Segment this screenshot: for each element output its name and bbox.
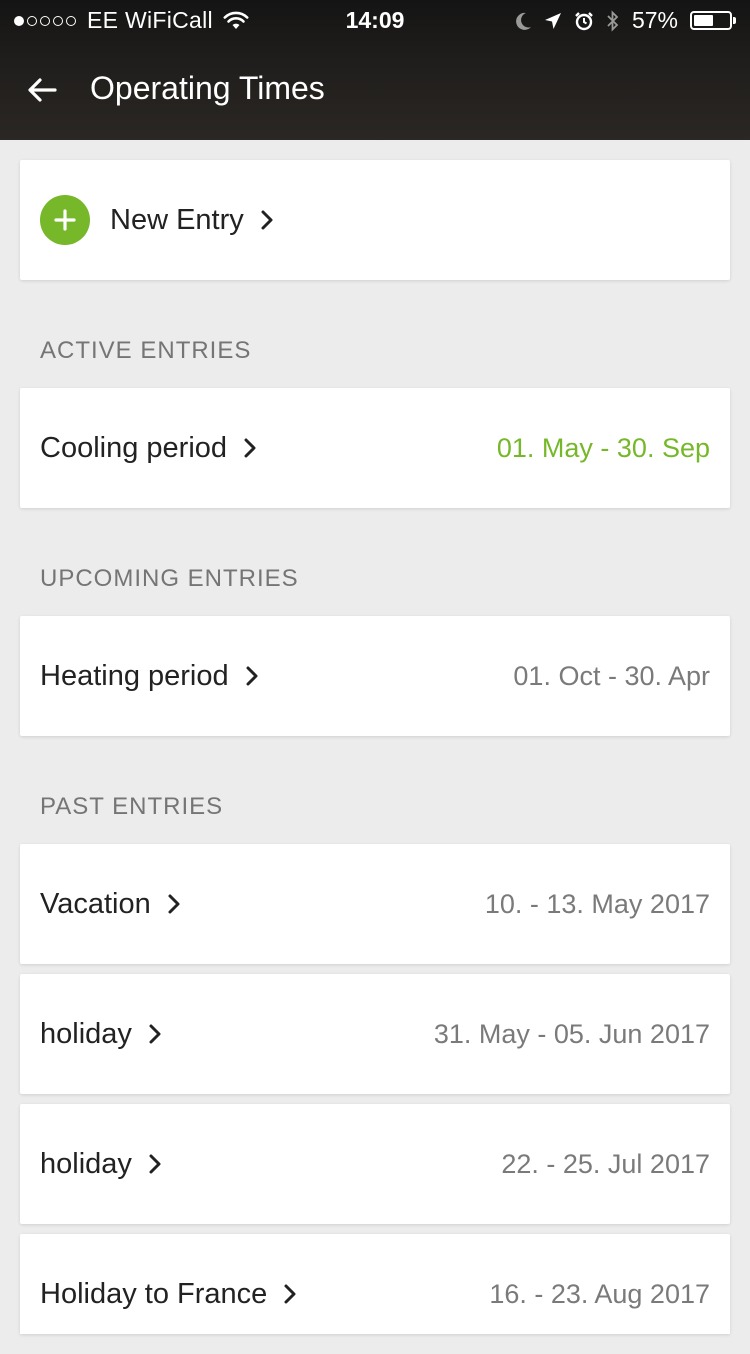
entry-dates: 22. - 25. Jul 2017 (501, 1148, 710, 1179)
entry-dates: 16. - 23. Aug 2017 (489, 1278, 710, 1309)
battery-tip (733, 17, 736, 24)
battery-level-fill (694, 15, 714, 26)
entry-name-row: holiday (40, 974, 162, 1094)
entry-name-row: holiday (40, 1104, 162, 1224)
new-entry-label: New Entry (110, 203, 244, 236)
chevron-right-icon (148, 1023, 162, 1045)
entry-name: Heating period (40, 659, 229, 692)
chevron-right-icon (283, 1283, 297, 1305)
entry-name: Cooling period (40, 431, 228, 464)
entry-dates: 31. May - 05. Jun 2017 (433, 1018, 710, 1049)
chevron-right-icon (260, 209, 274, 231)
entry-row-past-0[interactable]: Vacation 10. - 13. May 2017 (20, 844, 730, 964)
entry-name-row: Vacation (40, 844, 181, 964)
section-title-past: PAST ENTRIES (40, 793, 224, 820)
entry-name: Vacation (40, 887, 151, 920)
nav-bar: Operating Times (0, 40, 750, 140)
page-title: Operating Times (90, 70, 325, 106)
section-title-upcoming: UPCOMING ENTRIES (40, 565, 299, 592)
entry-row-past-3[interactable]: Holiday to France 16. - 23. Aug 2017 (20, 1234, 730, 1334)
entry-name-row: Holiday to France (40, 1234, 297, 1354)
plus-circle-icon (40, 195, 90, 245)
entry-row-past-2[interactable]: holiday 22. - 25. Jul 2017 (20, 1104, 730, 1224)
chevron-right-icon (243, 437, 257, 459)
status-right: 57% (514, 7, 736, 34)
entry-name: Holiday to France (40, 1277, 268, 1310)
new-entry-row: New Entry (40, 160, 274, 280)
arrow-left-icon (28, 78, 57, 102)
moon-icon (516, 12, 531, 30)
entry-row-active-0[interactable]: Cooling period 01. May - 30. Sep (20, 388, 730, 508)
entry-dates: 01. May - 30. Sep (496, 432, 710, 463)
location-arrow-icon (544, 12, 561, 29)
battery-percent: 57% (631, 7, 678, 33)
section-title-active: ACTIVE ENTRIES (40, 337, 252, 364)
entry-name-row: Heating period (40, 616, 259, 736)
alarm-icon (575, 11, 593, 30)
new-entry-button[interactable]: New Entry (20, 160, 730, 280)
chevron-right-icon (245, 665, 259, 687)
bluetooth-icon (607, 9, 619, 32)
back-button[interactable] (20, 68, 64, 112)
entry-row-past-1[interactable]: holiday 31. May - 05. Jun 2017 (20, 974, 730, 1094)
battery-icon (690, 11, 736, 30)
entry-dates: 01. Oct - 30. Apr (513, 660, 710, 691)
status-bar: EE WiFiCall 14:09 57% (0, 0, 750, 40)
entry-dates: 10. - 13. May 2017 (484, 888, 710, 919)
app-header: EE WiFiCall 14:09 57% Operating Times (0, 0, 750, 140)
entry-name-row: Cooling period (40, 388, 257, 508)
entry-name: holiday (40, 1147, 132, 1180)
chevron-right-icon (167, 893, 181, 915)
entry-name: holiday (40, 1017, 132, 1050)
battery-body (690, 11, 732, 30)
entry-row-upcoming-0[interactable]: Heating period 01. Oct - 30. Apr (20, 616, 730, 736)
chevron-right-icon (148, 1153, 162, 1175)
